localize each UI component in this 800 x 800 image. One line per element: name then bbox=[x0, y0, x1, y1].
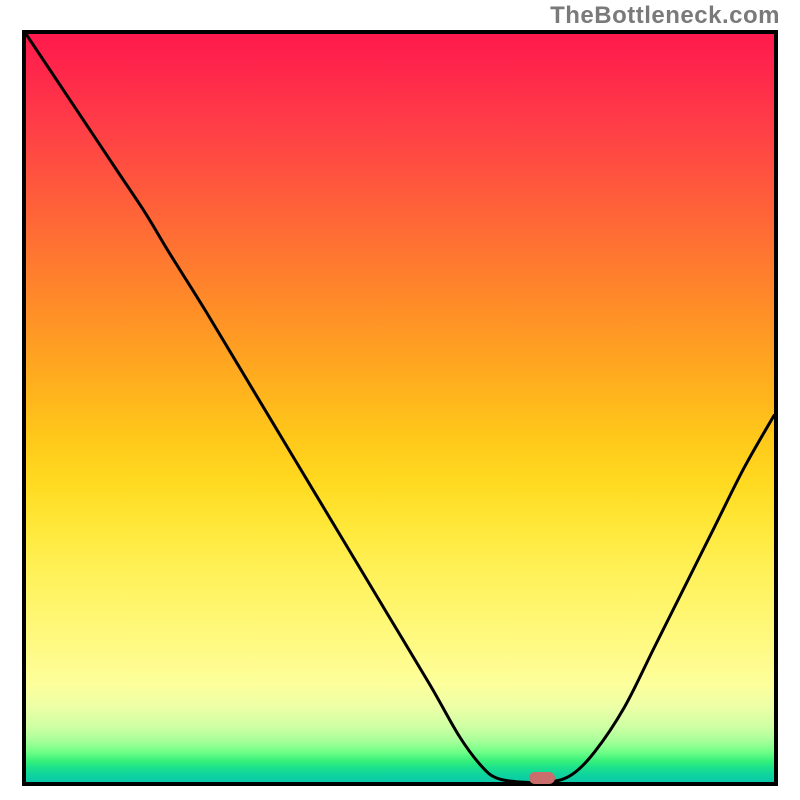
watermark-text: TheBottleneck.com bbox=[550, 2, 780, 30]
gradient-background bbox=[26, 34, 774, 782]
plot-frame bbox=[22, 30, 778, 786]
chart-container: TheBottleneck.com bbox=[0, 0, 800, 800]
